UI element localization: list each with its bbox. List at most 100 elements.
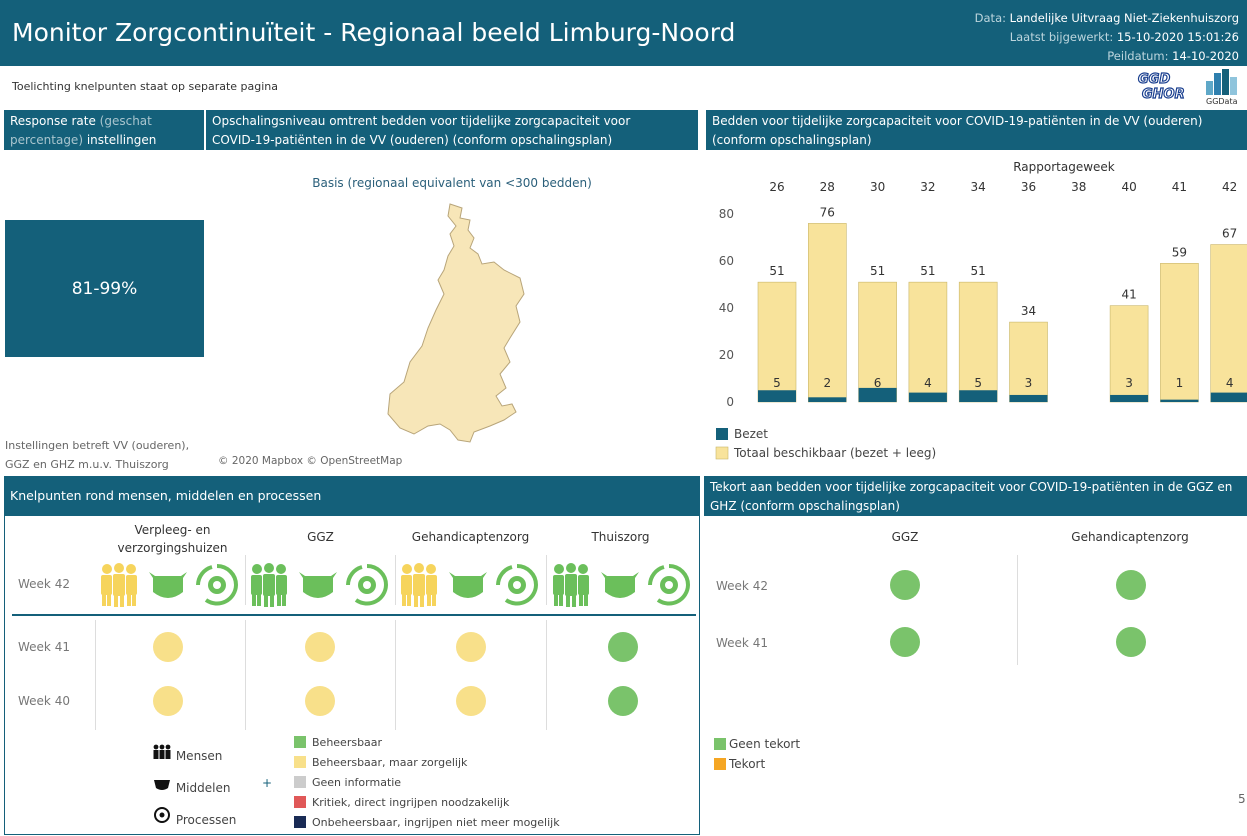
- occupied-data-label: 4: [924, 376, 932, 390]
- mask-icon: [599, 562, 641, 608]
- knelpunten-header: Knelpunten rond mensen, middelen en proc…: [4, 476, 700, 516]
- ggd-ghor-logo: GGD GHOR GGData: [1134, 69, 1238, 105]
- icon-legend-processes: Processen: [152, 804, 236, 836]
- status-legend-swatch: [294, 816, 306, 828]
- status-legend-item: Geen informatie: [294, 773, 560, 793]
- occupied-data-label: 2: [823, 376, 831, 390]
- status-legend-label: Beheersbaar, maar zorgelijk: [312, 756, 468, 769]
- knelpunten-week41-label: Week 41: [18, 640, 70, 654]
- knelpunten-week40-label: Week 40: [18, 694, 70, 708]
- occupied-data-label: 3: [1025, 376, 1033, 390]
- status-legend-swatch: [294, 776, 306, 788]
- response-rate-header: Response rate (geschat percentage) instel…: [4, 110, 204, 150]
- updated-value: 15-10-2020 15:01:26: [1116, 30, 1239, 44]
- process-cycle-icon: [196, 562, 238, 608]
- total-data-label: 51: [920, 264, 935, 278]
- y-tick-label: 20: [719, 348, 734, 362]
- total-data-label: 59: [1172, 245, 1187, 259]
- occupied-bar: [1009, 394, 1048, 402]
- people-icon: [398, 562, 440, 608]
- tekort-legend: Geen tekort Tekort: [714, 734, 800, 774]
- occupied-data-label: 4: [1226, 376, 1234, 390]
- occupied-data-label: 6: [874, 376, 882, 390]
- peildatum-label: Peildatum:: [1107, 49, 1169, 63]
- tekort-week41-label: Week 41: [716, 636, 768, 650]
- icon-legend-resources: Middelen: [152, 772, 236, 804]
- x-tick-label: 26: [769, 180, 784, 194]
- header-bar: Monitor Zorgcontinuïteit - Regionaal bee…: [0, 0, 1247, 66]
- status-legend-item: Onbeheersbaar, ingrijpen niet meer mogel…: [294, 813, 560, 833]
- region-map: [387, 203, 525, 443]
- mask-icon: [447, 562, 489, 608]
- legend-label-occupied: Bezet: [734, 427, 768, 441]
- tekort-legend-item: Tekort: [714, 754, 800, 774]
- status-dot: [608, 632, 638, 662]
- status-legend-swatch: [294, 756, 306, 768]
- tekort-status-dot: [890, 627, 920, 657]
- people-icon: [98, 562, 140, 608]
- total-data-label: 67: [1222, 227, 1237, 241]
- status-dot: [153, 686, 183, 716]
- total-data-label: 76: [820, 205, 835, 219]
- data-source-value: Landelijke Uitvraag Niet-Ziekenhuiszorg: [1009, 11, 1239, 25]
- y-tick-label: 40: [719, 301, 734, 315]
- icon-legend-people: Mensen: [152, 740, 236, 772]
- x-tick-label: 32: [920, 180, 935, 194]
- total-data-label: 51: [870, 264, 885, 278]
- people-icon: [248, 562, 290, 608]
- legend-label-total: Totaal beschikbaar (bezet + leeg): [733, 446, 936, 460]
- page-title: Monitor Zorgcontinuïteit - Regionaal bee…: [12, 18, 736, 47]
- total-data-label: 51: [769, 264, 784, 278]
- process-cycle-icon: [154, 807, 170, 823]
- x-tick-label: 34: [971, 180, 986, 194]
- x-tick-label: 41: [1172, 180, 1187, 194]
- occupied-bar: [1210, 392, 1247, 402]
- mask-icon: [154, 780, 170, 790]
- knelpunten-col-ghz: Gehandicaptenzorg: [411, 530, 530, 544]
- process-cycle-icon: [648, 562, 690, 608]
- x-tick-label: 38: [1071, 180, 1086, 194]
- status-legend-label: Onbeheersbaar, ingrijpen niet meer mogel…: [312, 816, 560, 829]
- legend-swatch-total: [715, 446, 729, 460]
- ggd-logo-text: GGD: [1138, 72, 1170, 87]
- y-tick-label: 0: [726, 395, 734, 409]
- ghor-logo-text: GHOR: [1142, 87, 1185, 102]
- x-tick-label: 42: [1222, 180, 1237, 194]
- knelpunten-col-thuiszorg: Thuiszorg: [591, 530, 650, 544]
- tekort-legend-item: Geen tekort: [714, 734, 800, 754]
- response-rate-value: 81-99%: [5, 220, 204, 357]
- mask-icon: [147, 562, 189, 608]
- total-data-label: 51: [971, 264, 986, 278]
- status-legend-label: Geen informatie: [312, 776, 402, 789]
- tekort-col-ggz: GGZ: [891, 530, 919, 544]
- beds-chart-header: Bedden voor tijdelijke zorgcapaciteit vo…: [706, 110, 1247, 150]
- status-legend-label: Kritiek, direct ingrijpen noodzakelijk: [312, 796, 510, 809]
- opschaling-header: Opschalingsniveau omtrent bedden voor ti…: [206, 110, 698, 150]
- updated-label: Laatst bijgewerkt:: [1009, 30, 1114, 44]
- chart-top-axis-title: Rapportageweek: [1013, 160, 1115, 174]
- y-tick-label: 60: [719, 254, 734, 268]
- process-cycle-icon: [496, 562, 538, 608]
- people-icon: [550, 562, 592, 608]
- occupied-bar: [1160, 399, 1199, 402]
- status-legend-label: Beheersbaar: [312, 736, 383, 749]
- x-tick-label: 30: [870, 180, 885, 194]
- peildatum-value: 14-10-2020: [1172, 49, 1239, 63]
- status-dot: [305, 632, 335, 662]
- legend-plus: +: [262, 776, 273, 790]
- status-legend-item: Kritiek, direct ingrijpen noodzakelijk: [294, 793, 560, 813]
- mask-icon: [297, 562, 339, 608]
- tekort-legend-label: Tekort: [729, 757, 766, 771]
- occupied-bar: [959, 390, 998, 402]
- tekort-status-dot: [890, 570, 920, 600]
- tekort-legend-swatch: [714, 758, 726, 770]
- total-data-label: 34: [1021, 304, 1036, 318]
- ggdata-logo-text: GGData: [1206, 97, 1238, 105]
- occupied-bar: [808, 397, 847, 402]
- tekort-status-dot: [1116, 570, 1146, 600]
- tekort-legend-label: Geen tekort: [729, 737, 801, 751]
- legend-swatch-occupied: [716, 428, 728, 440]
- process-cycle-icon: [346, 562, 388, 608]
- icon-legend: Mensen Middelen Processen: [152, 740, 236, 836]
- status-legend-swatch: [294, 796, 306, 808]
